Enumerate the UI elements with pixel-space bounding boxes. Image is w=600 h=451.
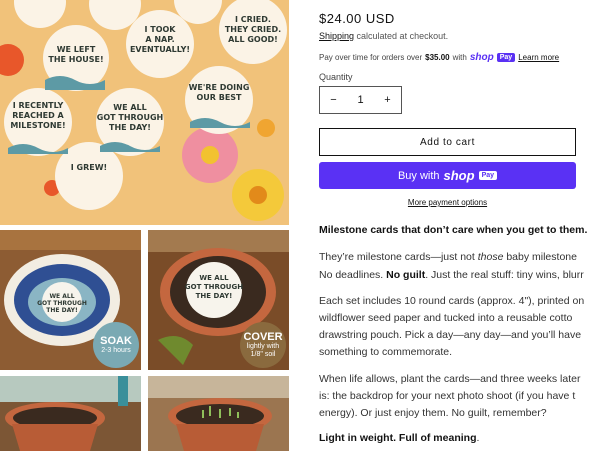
svg-text:THE HOUSE!: THE HOUSE!	[48, 55, 103, 64]
planted-pot-image[interactable]	[0, 376, 141, 451]
shop-logo: shop	[469, 52, 494, 63]
p1-l2-a: No deadlines.	[319, 269, 387, 281]
svg-text:EVENTUALLY!: EVENTUALLY!	[130, 45, 190, 54]
svg-text:I CRIED.: I CRIED.	[235, 15, 271, 24]
svg-text:WE ALL: WE ALL	[49, 293, 74, 300]
buy-with-shop-pay-button[interactable]: Buy with shop Pay	[319, 162, 576, 189]
p1-l2-c: . Just the real stuff: tiny wins, blurr	[425, 269, 584, 281]
quantity-input[interactable]: 1	[347, 94, 374, 106]
description-p2-line4: something to commemorate.	[319, 346, 453, 358]
description-p1-line1: They’re milestone cards—just not those b…	[319, 248, 577, 266]
svg-text:MILESTONE!: MILESTONE!	[10, 121, 65, 130]
svg-text:THE DAY!: THE DAY!	[196, 292, 233, 300]
soak-subtitle: 2-3 hours	[101, 347, 131, 354]
more-payment-options-link[interactable]: More payment options	[319, 198, 576, 207]
shop-pay-chip: Pay	[496, 53, 516, 62]
product-gallery: WE LEFT THE HOUSE! I TOOK A NAP. EVENTUALL…	[0, 0, 289, 451]
sprouts-image[interactable]	[148, 376, 289, 451]
payover-amount: $35.00	[425, 53, 450, 62]
svg-text:THE DAY!: THE DAY!	[109, 123, 151, 132]
p1-l1-b: baby milestone	[503, 251, 577, 263]
description-p3-line3: energy). Or just enjoy them. No guilt, r…	[319, 407, 547, 419]
svg-text:REACHED A: REACHED A	[12, 111, 64, 120]
quantity-increase-button[interactable]: +	[374, 94, 401, 106]
payover-with: with	[452, 53, 467, 62]
quantity-decrease-button[interactable]: −	[320, 94, 347, 106]
footer-dot: .	[476, 432, 480, 444]
description-p2-line1: Each set includes 10 round cards (approx…	[319, 295, 585, 307]
svg-text:A NAP.: A NAP.	[145, 35, 174, 44]
shipping-note: Shipping calculated at checkout.	[319, 31, 448, 41]
description-p3-line1: When life allows, plant the cards—and th…	[319, 373, 581, 385]
description-p2-line2: wildflower seed paper and tucked into a …	[319, 312, 573, 324]
p1-l1-a: They’re milestone cards—just not	[319, 251, 478, 263]
svg-text:GOT THROUGH: GOT THROUGH	[185, 283, 243, 291]
shipping-note-text: calculated at checkout.	[354, 31, 449, 41]
soak-badge: SOAK 2-3 hours	[93, 322, 139, 368]
svg-text:I GREW!: I GREW!	[71, 163, 107, 172]
quantity-stepper: − 1 +	[319, 86, 402, 114]
description-heading-text: Milestone cards that don’t care when you…	[319, 224, 588, 236]
description-p2-line3: drawstring pouch. Pick a day—any day—and…	[319, 329, 582, 341]
svg-text:WE ALL: WE ALL	[199, 274, 229, 282]
p1-l1-em: those	[477, 251, 504, 263]
svg-text:WE ALL: WE ALL	[113, 103, 146, 112]
shop-pay-installments: Pay over time for orders over $35.00 wit…	[319, 52, 559, 63]
product-price: $24.00 USD	[319, 11, 395, 26]
shop-pay-pill: Pay	[478, 171, 498, 180]
learn-more-link[interactable]: Learn more	[518, 53, 559, 62]
svg-text:WE'RE DOING: WE'RE DOING	[189, 83, 250, 92]
svg-text:ALL GOOD!: ALL GOOD!	[228, 35, 278, 44]
footer-bold: Light in weight. Full of meaning	[319, 432, 477, 444]
cover-badge: COVER lightly with 1/8" soil	[240, 322, 286, 368]
svg-text:OUR BEST: OUR BEST	[196, 93, 242, 102]
description-p3-line2: is: the backdrop for your next photo sho…	[319, 390, 576, 402]
description-heading: Milestone cards that don’t care when you…	[319, 221, 587, 239]
svg-text:I TOOK: I TOOK	[144, 25, 176, 34]
quantity-label: Quantity	[319, 72, 353, 82]
add-to-cart-button[interactable]: Add to cart	[319, 128, 576, 156]
description-p1-line2: No deadlines. No guilt. Just the real st…	[319, 266, 584, 284]
product-main-image[interactable]: WE LEFT THE HOUSE! I TOOK A NAP. EVENTUALL…	[0, 0, 289, 225]
svg-text:GOT THROUGH: GOT THROUGH	[97, 113, 163, 122]
soak-title: SOAK	[100, 335, 132, 347]
payover-text: Pay over time for orders over	[319, 53, 423, 62]
buy-with-label: Buy with	[397, 169, 440, 182]
sprouting-pot-illustration	[148, 376, 289, 451]
planted-pot-illustration	[0, 376, 141, 451]
description-footer: Light in weight. Full of meaning.	[319, 429, 479, 447]
cover-title: COVER	[243, 331, 283, 343]
svg-text:THEY CRIED.: THEY CRIED.	[225, 25, 281, 34]
milestone-cards-illustration: WE LEFT THE HOUSE! I TOOKA NAP.EVENTUALL…	[0, 0, 289, 225]
card-text-left-house: WE LEFT	[57, 45, 96, 54]
svg-text:I RECENTLY: I RECENTLY	[13, 101, 64, 110]
svg-text:THE DAY!: THE DAY!	[46, 307, 77, 314]
p1-l2-b: No guilt	[386, 269, 426, 281]
cover-subtitle: lightly with 1/8" soil	[246, 343, 280, 358]
svg-text:GOT THROUGH: GOT THROUGH	[37, 300, 87, 307]
shipping-link[interactable]: Shipping	[319, 31, 354, 41]
shop-pay-logo: shop	[443, 168, 475, 183]
